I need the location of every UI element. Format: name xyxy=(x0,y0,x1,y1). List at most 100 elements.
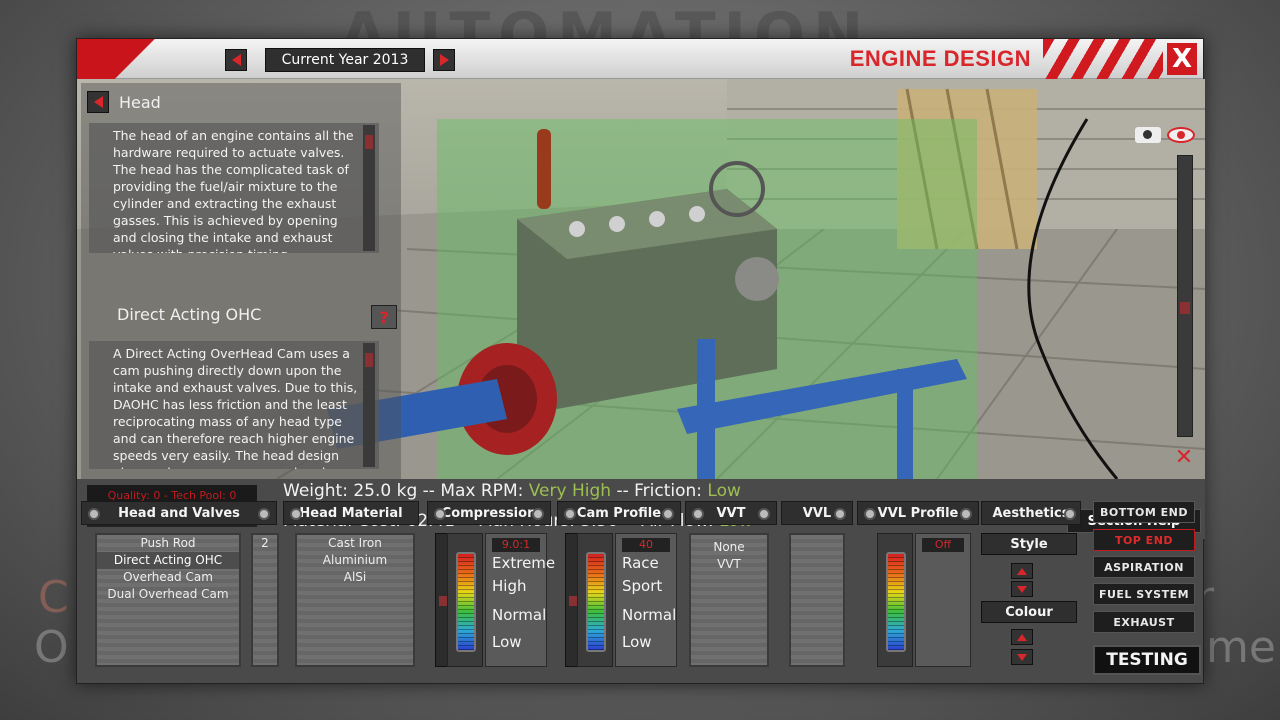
zoom-scrollbar[interactable] xyxy=(1177,155,1193,437)
list-item[interactable]: AlSi xyxy=(297,569,413,586)
cam-level[interactable]: Low xyxy=(622,633,652,651)
nav-bottom-end[interactable]: BOTTOM END xyxy=(1093,501,1195,523)
head-type-list: Push Rod Direct Acting OHC Overhead Cam … xyxy=(95,533,241,667)
list-item[interactable]: Aluminium xyxy=(297,552,413,569)
colour-button[interactable]: Colour xyxy=(981,601,1077,623)
dot-icon xyxy=(1064,508,1076,520)
list-item-selected[interactable]: Direct Acting OHC xyxy=(97,552,239,569)
max-rpm-value: Very High xyxy=(528,481,612,501)
dot-icon xyxy=(88,508,100,520)
selection-description-scrollbar[interactable] xyxy=(363,343,375,467)
nav-top-end[interactable]: TOP END xyxy=(1093,529,1195,551)
list-item[interactable]: Dual Overhead Cam xyxy=(97,586,239,603)
nav-fuel-system[interactable]: FUEL SYSTEM xyxy=(1093,583,1195,605)
list-item[interactable]: Cast Iron xyxy=(297,535,413,552)
dot-icon xyxy=(692,508,704,520)
vvt-list: None VVT xyxy=(689,533,769,667)
style-down-button[interactable] xyxy=(1011,581,1033,597)
aesthetics-header: Aesthetics xyxy=(981,501,1081,525)
section-title: Head xyxy=(119,92,161,112)
column-label: VVT xyxy=(716,505,746,521)
head-description-scrollbar[interactable] xyxy=(363,125,375,251)
arrow-up-icon xyxy=(1017,567,1027,575)
cam-level[interactable]: Race xyxy=(622,554,659,572)
nav-aspiration[interactable]: ASPIRATION xyxy=(1093,556,1195,578)
vvl-profile-gauge xyxy=(877,533,913,667)
compression-gauge xyxy=(447,533,483,667)
arrow-left-icon xyxy=(93,96,103,108)
colour-down-button[interactable] xyxy=(1011,649,1033,665)
cam-profile-header: Cam Profile xyxy=(557,501,681,525)
compression-level[interactable]: Low xyxy=(492,633,522,651)
column-label: VVL xyxy=(802,505,832,521)
style-up-button[interactable] xyxy=(1011,563,1033,579)
cam-levels: 40 Race Sport Normal Low xyxy=(615,533,677,667)
vvl-profile-header: VVL Profile xyxy=(857,501,979,525)
year-next-button[interactable] xyxy=(433,49,455,71)
vvt-header: VVT xyxy=(685,501,777,525)
cam-level[interactable]: Sport xyxy=(622,577,662,595)
info-panel: Head The head of an engine contains all … xyxy=(81,83,401,479)
help-button[interactable]: ? xyxy=(371,305,397,329)
dot-icon xyxy=(834,508,846,520)
list-item[interactable]: Overhead Cam xyxy=(97,569,239,586)
weight-rpm-label: Weight: 25.0 kg -- Max RPM: xyxy=(283,481,529,501)
dot-icon xyxy=(290,508,302,520)
vvl-profile-panel: Off xyxy=(915,533,971,667)
list-item[interactable]: Push Rod xyxy=(97,535,239,552)
background-fragment: C xyxy=(38,572,69,623)
scroll-thumb[interactable] xyxy=(365,135,373,149)
column-label: Compression xyxy=(441,505,537,521)
testing-button[interactable]: TESTING xyxy=(1093,645,1201,675)
head-description: The head of an engine contains all the h… xyxy=(113,128,354,253)
colour-up-button[interactable] xyxy=(1011,629,1033,645)
close-button[interactable]: X xyxy=(1167,43,1197,75)
camera-icon[interactable] xyxy=(1135,127,1161,143)
arrow-right-icon xyxy=(439,54,449,66)
vvl-profile-gauge-bar xyxy=(886,552,906,652)
scroll-thumb[interactable] xyxy=(365,353,373,367)
info-back-button[interactable] xyxy=(87,91,109,113)
valves-count[interactable]: 2 xyxy=(253,535,277,552)
arrow-down-icon xyxy=(1017,653,1027,661)
vvl-header: VVL xyxy=(781,501,853,525)
engine-design-window: Current Year 2013 ENGINE DESIGN X ✕ Head… xyxy=(76,38,1205,685)
arrow-left-icon xyxy=(231,54,241,66)
selection-description: A Direct Acting OverHead Cam uses a cam … xyxy=(113,346,358,469)
column-label: Head Material xyxy=(299,505,403,521)
dot-icon xyxy=(434,508,446,520)
selector-panel: Head and Valves Push Rod Direct Acting O… xyxy=(77,499,1083,685)
eye-icon[interactable] xyxy=(1167,127,1195,143)
cam-value: 40 xyxy=(622,538,670,552)
compression-levels: 9.0:1 Extreme High Normal Low xyxy=(485,533,555,667)
compression-header: Compression xyxy=(427,501,551,525)
background-fragment: O xyxy=(34,622,69,673)
head-description-box: The head of an engine contains all the h… xyxy=(89,123,379,253)
list-item[interactable]: VVT xyxy=(691,556,767,573)
compression-level[interactable]: Extreme xyxy=(492,554,555,572)
zoom-scroll-thumb[interactable] xyxy=(1180,302,1190,314)
year-prev-button[interactable] xyxy=(225,49,247,71)
valves-count-list: 2 xyxy=(251,533,279,667)
column-label: VVL Profile xyxy=(877,505,959,521)
title-red-wedge xyxy=(77,39,177,79)
dot-icon xyxy=(564,508,576,520)
style-button[interactable]: Style xyxy=(981,533,1077,555)
nav-exhaust[interactable]: EXHAUST xyxy=(1093,611,1195,633)
reset-view-icon[interactable]: ✕ xyxy=(1169,445,1199,470)
compression-value: 9.0:1 xyxy=(492,538,540,552)
dot-icon xyxy=(532,508,544,520)
cam-gauge xyxy=(577,533,613,667)
compression-level[interactable]: High xyxy=(492,577,526,595)
arrow-up-icon xyxy=(1017,633,1027,641)
vvl-profile-value: Off xyxy=(922,538,964,552)
cam-level[interactable]: Normal xyxy=(622,606,676,624)
compression-gauge-bar xyxy=(456,552,476,652)
cam-gauge-bar xyxy=(586,552,606,652)
vvl-list[interactable] xyxy=(789,533,845,667)
background-fragment: me xyxy=(1206,622,1276,673)
title-stripes xyxy=(1043,39,1163,79)
list-item[interactable]: None xyxy=(691,539,767,556)
selection-description-box: A Direct Acting OverHead Cam uses a cam … xyxy=(89,341,379,469)
compression-level[interactable]: Normal xyxy=(492,606,546,624)
